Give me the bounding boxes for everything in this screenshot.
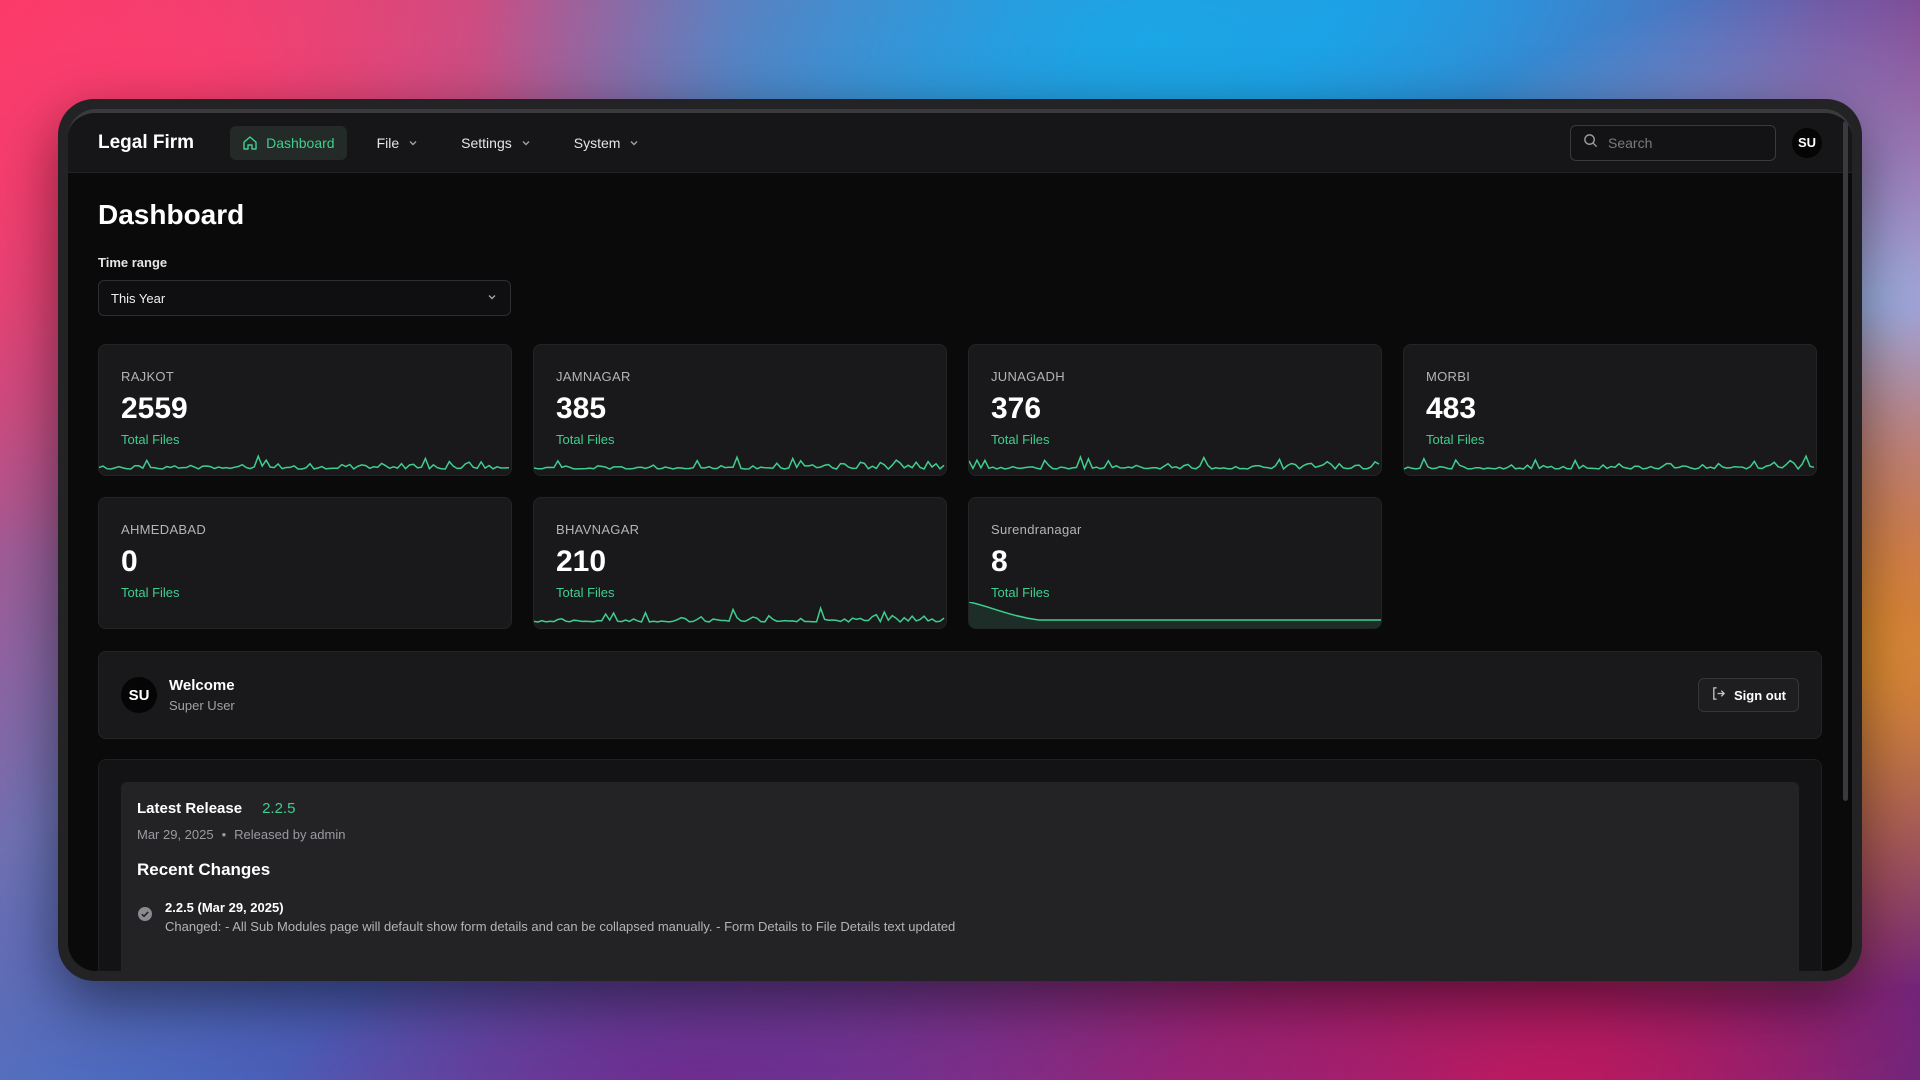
card-subtitle: Total Files (556, 432, 615, 447)
separator-dot: • (221, 827, 227, 842)
stat-card-morbi: MORBI 483 Total Files (1403, 344, 1817, 476)
nav-file[interactable]: File (365, 126, 432, 160)
card-name: BHAVNAGAR (556, 522, 640, 537)
time-range-label: Time range (98, 255, 168, 270)
card-value: 210 (556, 545, 607, 578)
release-author: Released by admin (234, 827, 346, 842)
search-input[interactable] (1608, 134, 1758, 151)
chevron-down-icon (628, 137, 640, 149)
time-range-value: This Year (111, 290, 166, 306)
change-body: 2.2.5 (Mar 29, 2025) Changed: - All Sub … (165, 900, 955, 934)
home-icon (242, 135, 258, 151)
welcome-subtitle: Super User (169, 698, 235, 713)
recent-changes-title: Recent Changes (137, 860, 271, 879)
stat-card-jamnagar: JAMNAGAR 385 Total Files (533, 344, 947, 476)
stat-card-junagadh: JUNAGADH 376 Total Files (968, 344, 1382, 476)
release-header: Latest Release 2.2.5 (137, 800, 1783, 817)
sparkline (99, 454, 510, 471)
check-circle-icon (137, 900, 153, 934)
stat-card-surendranagar: Surendranagar 8 Total Files (968, 497, 1382, 629)
card-name: JUNAGADH (991, 369, 1065, 384)
card-value: 2559 (121, 392, 188, 425)
card-name: AHMEDABAD (121, 522, 207, 537)
nav-dashboard[interactable]: Dashboard (230, 125, 347, 160)
card-value: 8 (991, 545, 1008, 578)
change-title: 2.2.5 (Mar 29, 2025) (165, 900, 284, 915)
stat-card-bhavnagar: BHAVNAGAR 210 Total Files (533, 497, 947, 629)
stats-cards: RAJKOT 2559 Total Files JAMNAGAR 385 Tot… (98, 344, 1822, 629)
app-window: Legal Firm Dashboard File Settings Syste… (68, 109, 1852, 971)
card-name: RAJKOT (121, 369, 175, 384)
nav-file-label: File (376, 134, 400, 151)
search-icon (1583, 133, 1598, 153)
chevron-down-icon (407, 137, 419, 149)
top-nav-bar: Legal Firm Dashboard File Settings Syste… (68, 113, 1852, 173)
welcome-panel: SU Welcome Super User Sign out (98, 651, 1822, 739)
welcome-title: Welcome (169, 677, 235, 694)
card-subtitle: Total Files (991, 585, 1050, 600)
card-subtitle: Total Files (991, 432, 1050, 447)
user-avatar[interactable]: SU (1792, 127, 1822, 158)
card-value: 0 (121, 545, 138, 578)
sparkline (1404, 454, 1815, 471)
change-item: 2.2.5 (Mar 29, 2025) Changed: - All Sub … (137, 900, 1783, 934)
nav-settings-label: Settings (461, 134, 512, 151)
card-name: Surendranagar (991, 522, 1082, 537)
stat-card-rajkot: RAJKOT 2559 Total Files (98, 344, 512, 476)
nav-dashboard-label: Dashboard (266, 134, 335, 151)
stat-card-ahmedabad: AHMEDABAD 0 Total Files (98, 497, 512, 629)
chevron-down-icon (520, 137, 532, 149)
release-card: Latest Release 2.2.5 Mar 29, 2025 • Rele… (121, 782, 1799, 971)
change-text: Changed: - All Sub Modules page will def… (165, 919, 956, 934)
topbar-right: SU (1570, 124, 1822, 161)
card-name: MORBI (1426, 369, 1471, 384)
release-date: Mar 29, 2025 (137, 827, 214, 842)
sign-out-label: Sign out (1734, 687, 1786, 703)
sparkline (969, 454, 1380, 471)
release-version: 2.2.5 (262, 800, 296, 817)
avatar: SU (121, 677, 157, 713)
time-range-select[interactable]: This Year (98, 280, 511, 316)
search-box[interactable] (1570, 124, 1776, 161)
card-subtitle: Total Files (556, 585, 615, 600)
nav-system[interactable]: System (562, 126, 653, 160)
card-subtitle: Total Files (121, 432, 180, 447)
sign-out-button[interactable]: Sign out (1698, 678, 1799, 712)
welcome-text: Welcome Super User (169, 677, 235, 713)
sign-out-icon (1711, 686, 1726, 704)
chevron-down-icon (486, 291, 498, 306)
release-panel: Latest Release 2.2.5 Mar 29, 2025 • Rele… (98, 759, 1822, 971)
page-title: Dashboard (98, 199, 245, 230)
device-frame: Legal Firm Dashboard File Settings Syste… (58, 99, 1862, 981)
card-name: JAMNAGAR (556, 369, 631, 384)
nav-system-label: System (573, 134, 621, 151)
sparkline (534, 455, 945, 471)
sparkline (534, 605, 945, 624)
card-value: 483 (1426, 392, 1477, 425)
card-value: 385 (556, 392, 607, 425)
card-subtitle: Total Files (121, 585, 180, 600)
release-meta: Mar 29, 2025 • Released by admin (137, 827, 1783, 842)
main-content: Dashboard Time range This Year RAJKOT 25… (68, 173, 1852, 971)
scrollbar[interactable] (1843, 121, 1848, 801)
brand-name: Legal Firm (98, 131, 195, 153)
nav-settings[interactable]: Settings (449, 126, 544, 160)
card-subtitle: Total Files (1426, 432, 1485, 447)
sparkline (969, 602, 1381, 628)
card-value: 376 (991, 392, 1042, 425)
release-title: Latest Release (137, 800, 243, 817)
